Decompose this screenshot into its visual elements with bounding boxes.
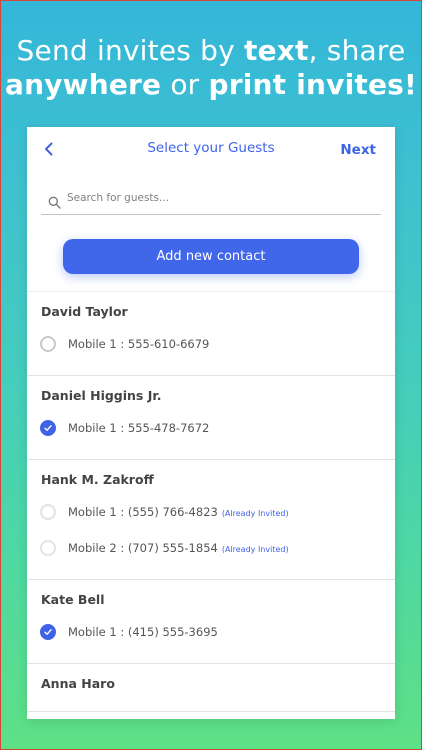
contact-item: Daniel Higgins Jr. Mobile 1 : 555-478-767… [27,376,395,460]
contact-name: Daniel Higgins Jr. [41,388,162,403]
phone-number: Mobile 2 : (707) 555-1854 [68,541,218,555]
phone-label: Mobile 1 : 555-610-6679 [68,337,209,351]
phone-label: Mobile 1 : (415) 555-3695 [68,625,218,639]
contact-name: David Taylor [41,304,128,319]
contact-item: Kate Bell Mobile 1 : (415) 555-3695 [27,580,395,664]
phone-option[interactable]: Mobile 1 : (415) 555-3695 [27,617,395,653]
search-bar [41,190,381,215]
guest-selector-card: Select your Guests Next Add new contact … [27,127,395,719]
radio-icon[interactable] [40,504,56,520]
contact-name: Anna Haro [41,676,115,691]
search-icon [48,194,61,209]
phone-number: Mobile 1 : (415) 555-3695 [68,625,218,639]
phone-label: Mobile 1 : 555-478-7672 [68,421,209,435]
contact-name: Hank M. Zakroff [41,472,154,487]
promo-headline: Send invites by text, share anywhere or … [0,34,422,102]
nav-bar: Select your Guests Next [27,127,395,171]
phone-label: Mobile 2 : (707) 555-1854 (Already Invite… [68,541,289,555]
phone-number: Mobile 1 : (555) 766-4823 [68,505,218,519]
phone-option[interactable]: Mobile 1 : (555) 766-4823 (Already Invite… [27,497,395,533]
checkmark-icon [44,629,52,635]
contact-name: Kate Bell [41,592,105,607]
phone-label: Mobile 1 : (555) 766-4823 (Already Invite… [68,505,289,519]
phone-option[interactable]: Mobile 1 : 555-478-7672 [27,413,395,449]
checkmark-icon [44,425,52,431]
search-input[interactable] [67,192,367,204]
contact-item: David Taylor Mobile 1 : 555-610-6679 [27,292,395,376]
contact-item: Hank M. Zakroff Mobile 1 : (555) 766-4823… [27,460,395,580]
phone-option[interactable]: Mobile 1 : 555-610-6679 [27,329,395,365]
phone-number: Mobile 1 : 555-478-7672 [68,421,210,435]
contact-item: Anna Haro [27,664,395,712]
add-new-contact-button[interactable]: Add new contact [63,239,359,274]
already-invited-badge: (Already Invited) [221,545,289,554]
checked-radio-icon[interactable] [40,624,56,640]
radio-icon[interactable] [40,540,56,556]
radio-icon[interactable] [40,336,56,352]
headline-line-1: Send invites by text, share [16,34,406,67]
checked-radio-icon[interactable] [40,420,56,436]
phone-option[interactable]: Mobile 2 : (707) 555-1854 (Already Invite… [27,533,395,569]
already-invited-badge: (Already Invited) [221,509,289,518]
contact-list: David Taylor Mobile 1 : 555-610-6679 Danie… [27,291,395,712]
headline-line-2: anywhere or print invites! [4,68,418,101]
next-button[interactable]: Next [340,142,376,158]
phone-number: Mobile 1 : 555-610-6679 [68,337,210,351]
